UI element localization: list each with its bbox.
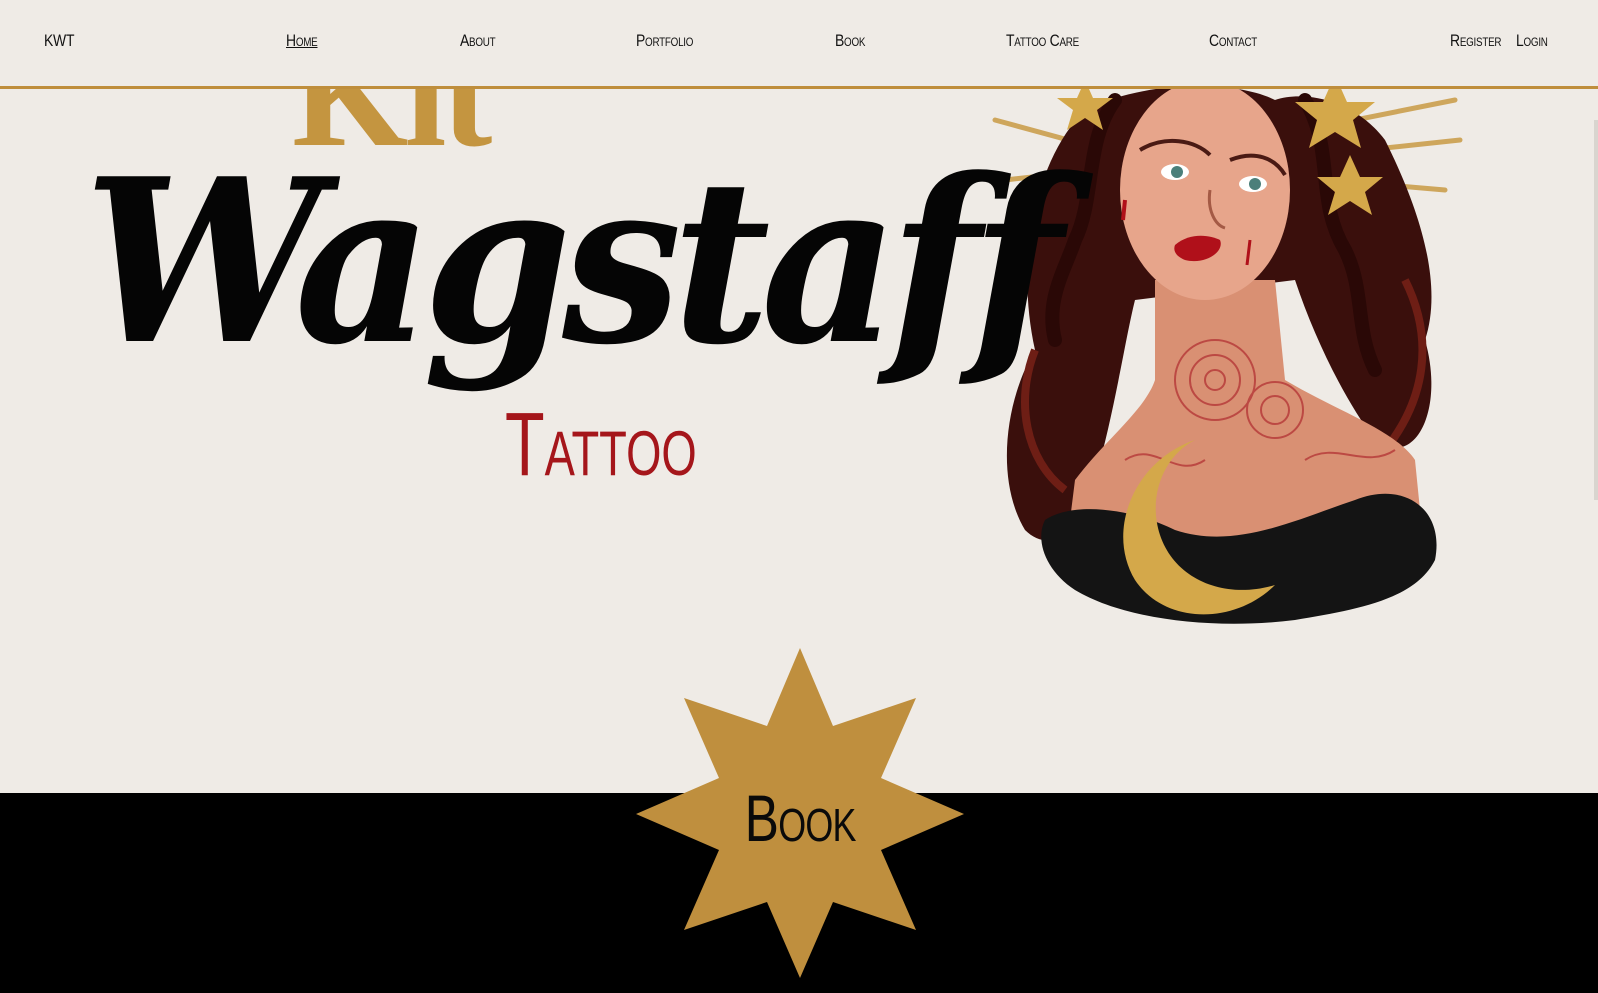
- page: KWT Home About Portfolio Book Tattoo Car…: [0, 0, 1598, 993]
- top-navbar: KWT Home About Portfolio Book Tattoo Car…: [0, 0, 1598, 89]
- page-scrollbar[interactable]: [1594, 120, 1598, 500]
- brand-logo-link[interactable]: KWT: [44, 31, 74, 51]
- nav-about-link[interactable]: About: [460, 31, 496, 51]
- nav-portfolio-link[interactable]: Portfolio: [636, 31, 693, 51]
- login-link[interactable]: Login: [1516, 31, 1548, 51]
- book-cta-button[interactable]: Book: [636, 648, 964, 978]
- nav-tattoo-care-link[interactable]: Tattoo Care: [1006, 31, 1079, 51]
- register-link[interactable]: Register: [1450, 31, 1502, 51]
- nav-book-link[interactable]: Book: [835, 31, 865, 51]
- star-burst-icon: [636, 648, 964, 978]
- hero-surname: Wagstaff: [84, 130, 1063, 395]
- hero-tattoo-label: Tattoo: [505, 395, 697, 495]
- nav-contact-link[interactable]: Contact: [1209, 31, 1257, 51]
- face: [1120, 80, 1290, 300]
- nav-home-link[interactable]: Home: [286, 31, 318, 51]
